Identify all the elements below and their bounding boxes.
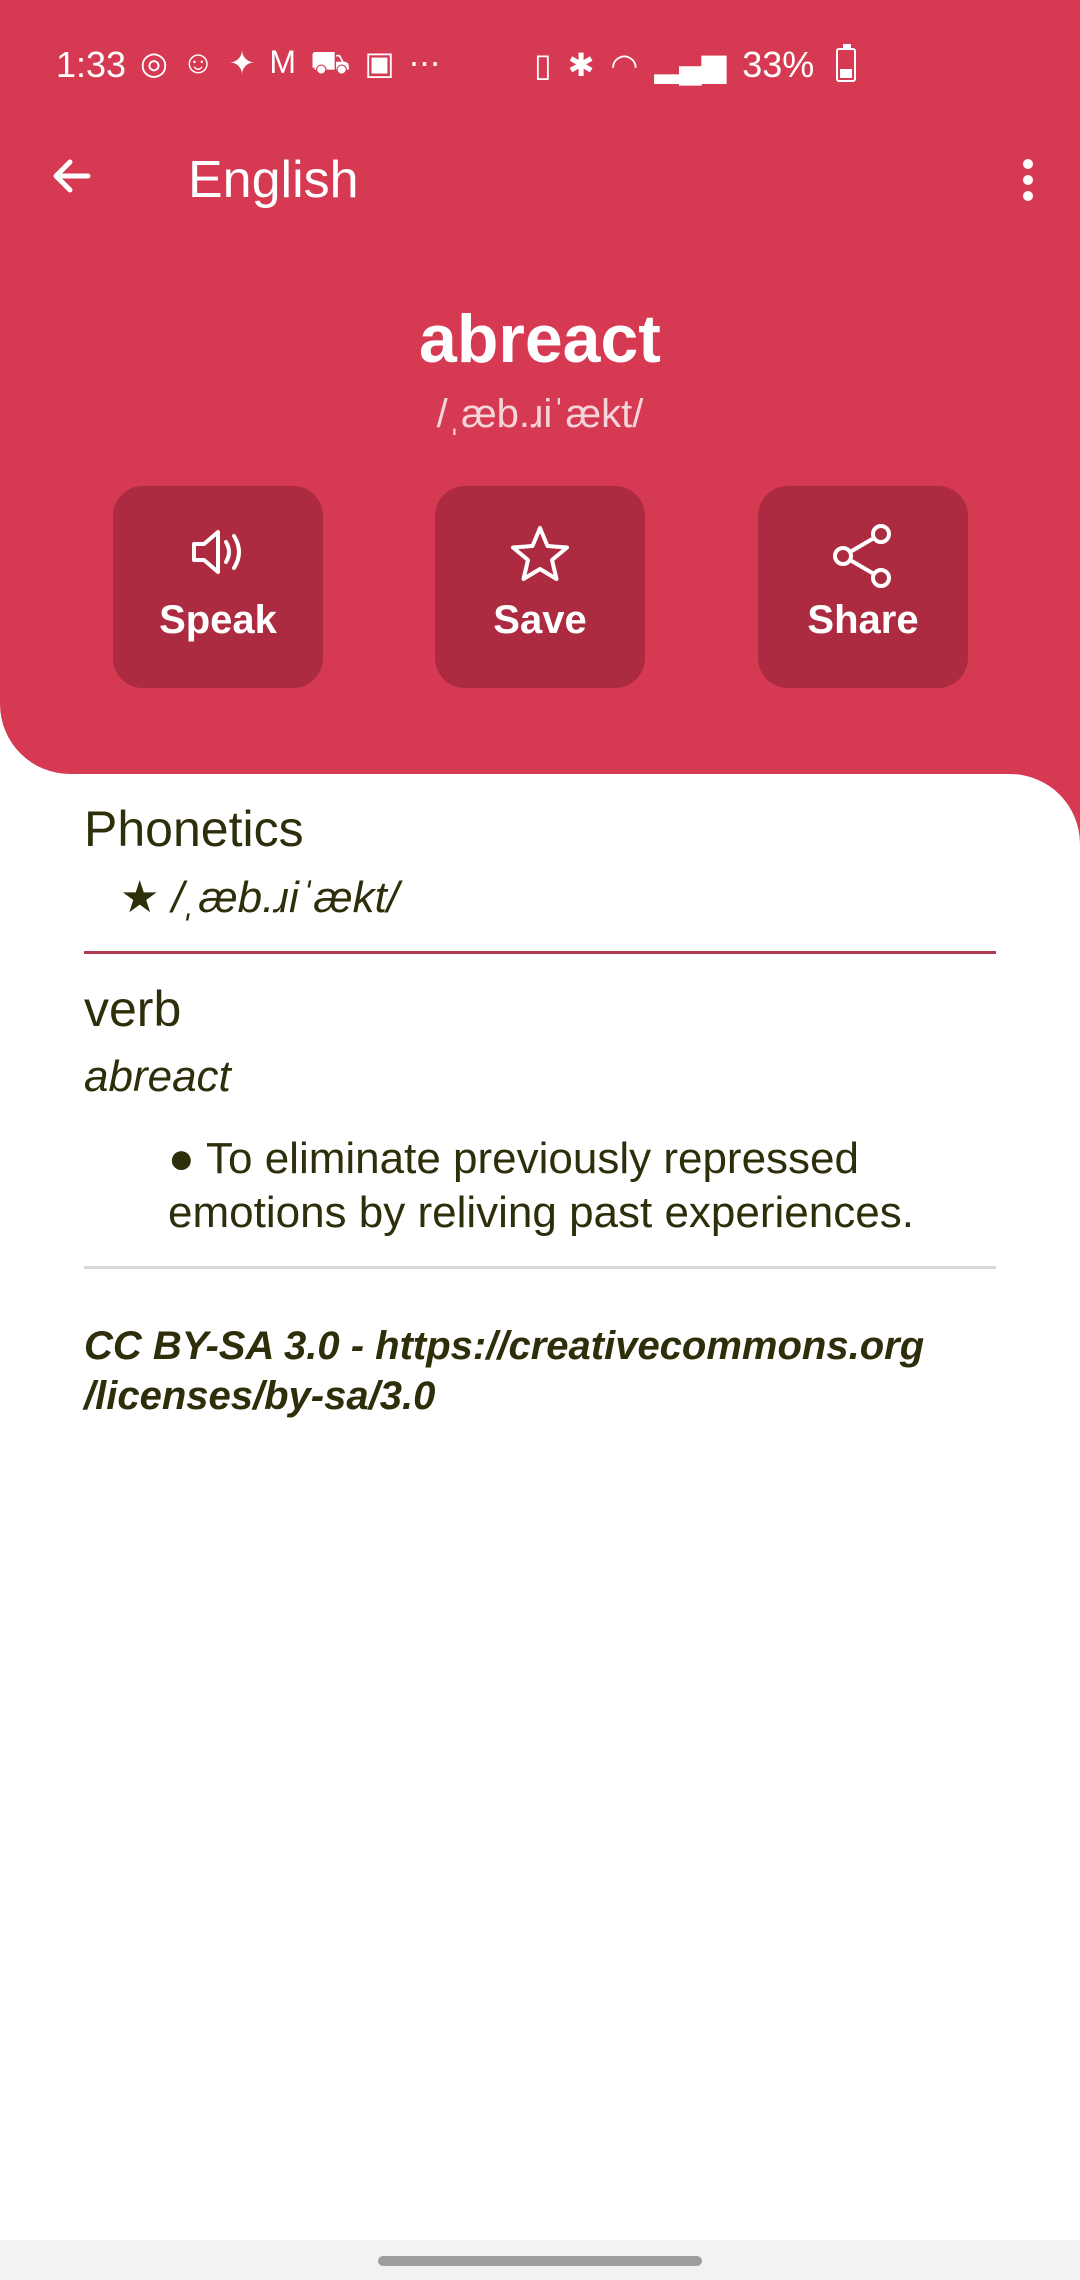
wifi-icon: ◠: [610, 47, 639, 83]
battery-saver-icon: ▯: [534, 47, 552, 83]
more-vert-icon: [1023, 159, 1033, 201]
app-title: English: [188, 151, 359, 209]
phonetics-title: Phonetics: [84, 801, 304, 857]
status-time: 1:33: [56, 44, 127, 85]
image-icon: ▣: [364, 45, 395, 81]
share-button[interactable]: Share: [758, 486, 968, 688]
twitter-icon: ✦: [228, 45, 256, 81]
definition-content: Phonetics ★ /ˌæb.ɹiˈækt/ verb abreact ● …: [84, 800, 996, 1421]
share-icon: [833, 524, 891, 588]
divider: [84, 1266, 996, 1269]
link-icon: ⋯: [408, 45, 441, 81]
license-line-2: /licenses/by-sa/3.0: [84, 1374, 436, 1418]
entry-phonetic: /ˌæb.ɹiˈækt/: [436, 392, 644, 436]
system-icons: ▯ ✱ ◠ ▂▄▆ 33%: [534, 44, 857, 86]
speaker-icon: [192, 530, 241, 574]
speak-label: Speak: [159, 598, 277, 642]
home-gesture-handle[interactable]: [378, 2256, 702, 2266]
star-outline-icon: [511, 526, 569, 581]
phonetic-item[interactable]: ★ /ˌæb.ɹiˈækt/: [120, 872, 996, 923]
overflow-menu-button[interactable]: [996, 140, 1060, 220]
license-line-1: CC BY-SA 3.0 - https://creativecommons.o…: [84, 1324, 925, 1368]
arrow-back-icon: [53, 159, 91, 193]
meaning-word: abreact: [84, 1052, 231, 1101]
entry-word: abreact: [419, 301, 661, 377]
speak-button[interactable]: Speak: [113, 486, 323, 688]
save-label: Save: [493, 598, 587, 642]
battery-icon: [836, 44, 857, 82]
signal-icon: ▂▄▆: [654, 47, 727, 83]
whatsapp-icon: ◎: [140, 45, 168, 81]
definition-text: ● To eliminate previously repressed emot…: [168, 1134, 914, 1237]
share-label: Share: [807, 598, 919, 642]
back-button[interactable]: [36, 140, 108, 212]
status-bar: 1:33 ◎ ☺ ✦ M ⛟ ▣ ⋯ ▯ ✱ ◠ ▂▄▆ 33%: [0, 0, 1080, 132]
gmail-icon: M: [269, 44, 297, 80]
battery-percent: 33%: [742, 44, 815, 85]
bluetooth-icon: ✱: [567, 47, 595, 83]
save-button[interactable]: Save: [435, 486, 645, 688]
cart-icon: ⛟: [310, 44, 351, 80]
app-notification-icon: ☺: [181, 44, 215, 80]
notification-icons: ◎ ☺ ✦ M ⛟ ▣ ⋯: [140, 44, 441, 85]
divider: [84, 951, 996, 954]
part-of-speech: verb: [84, 981, 182, 1037]
license-text: CC BY-SA 3.0 - https://creativecommons.o…: [84, 1321, 996, 1421]
